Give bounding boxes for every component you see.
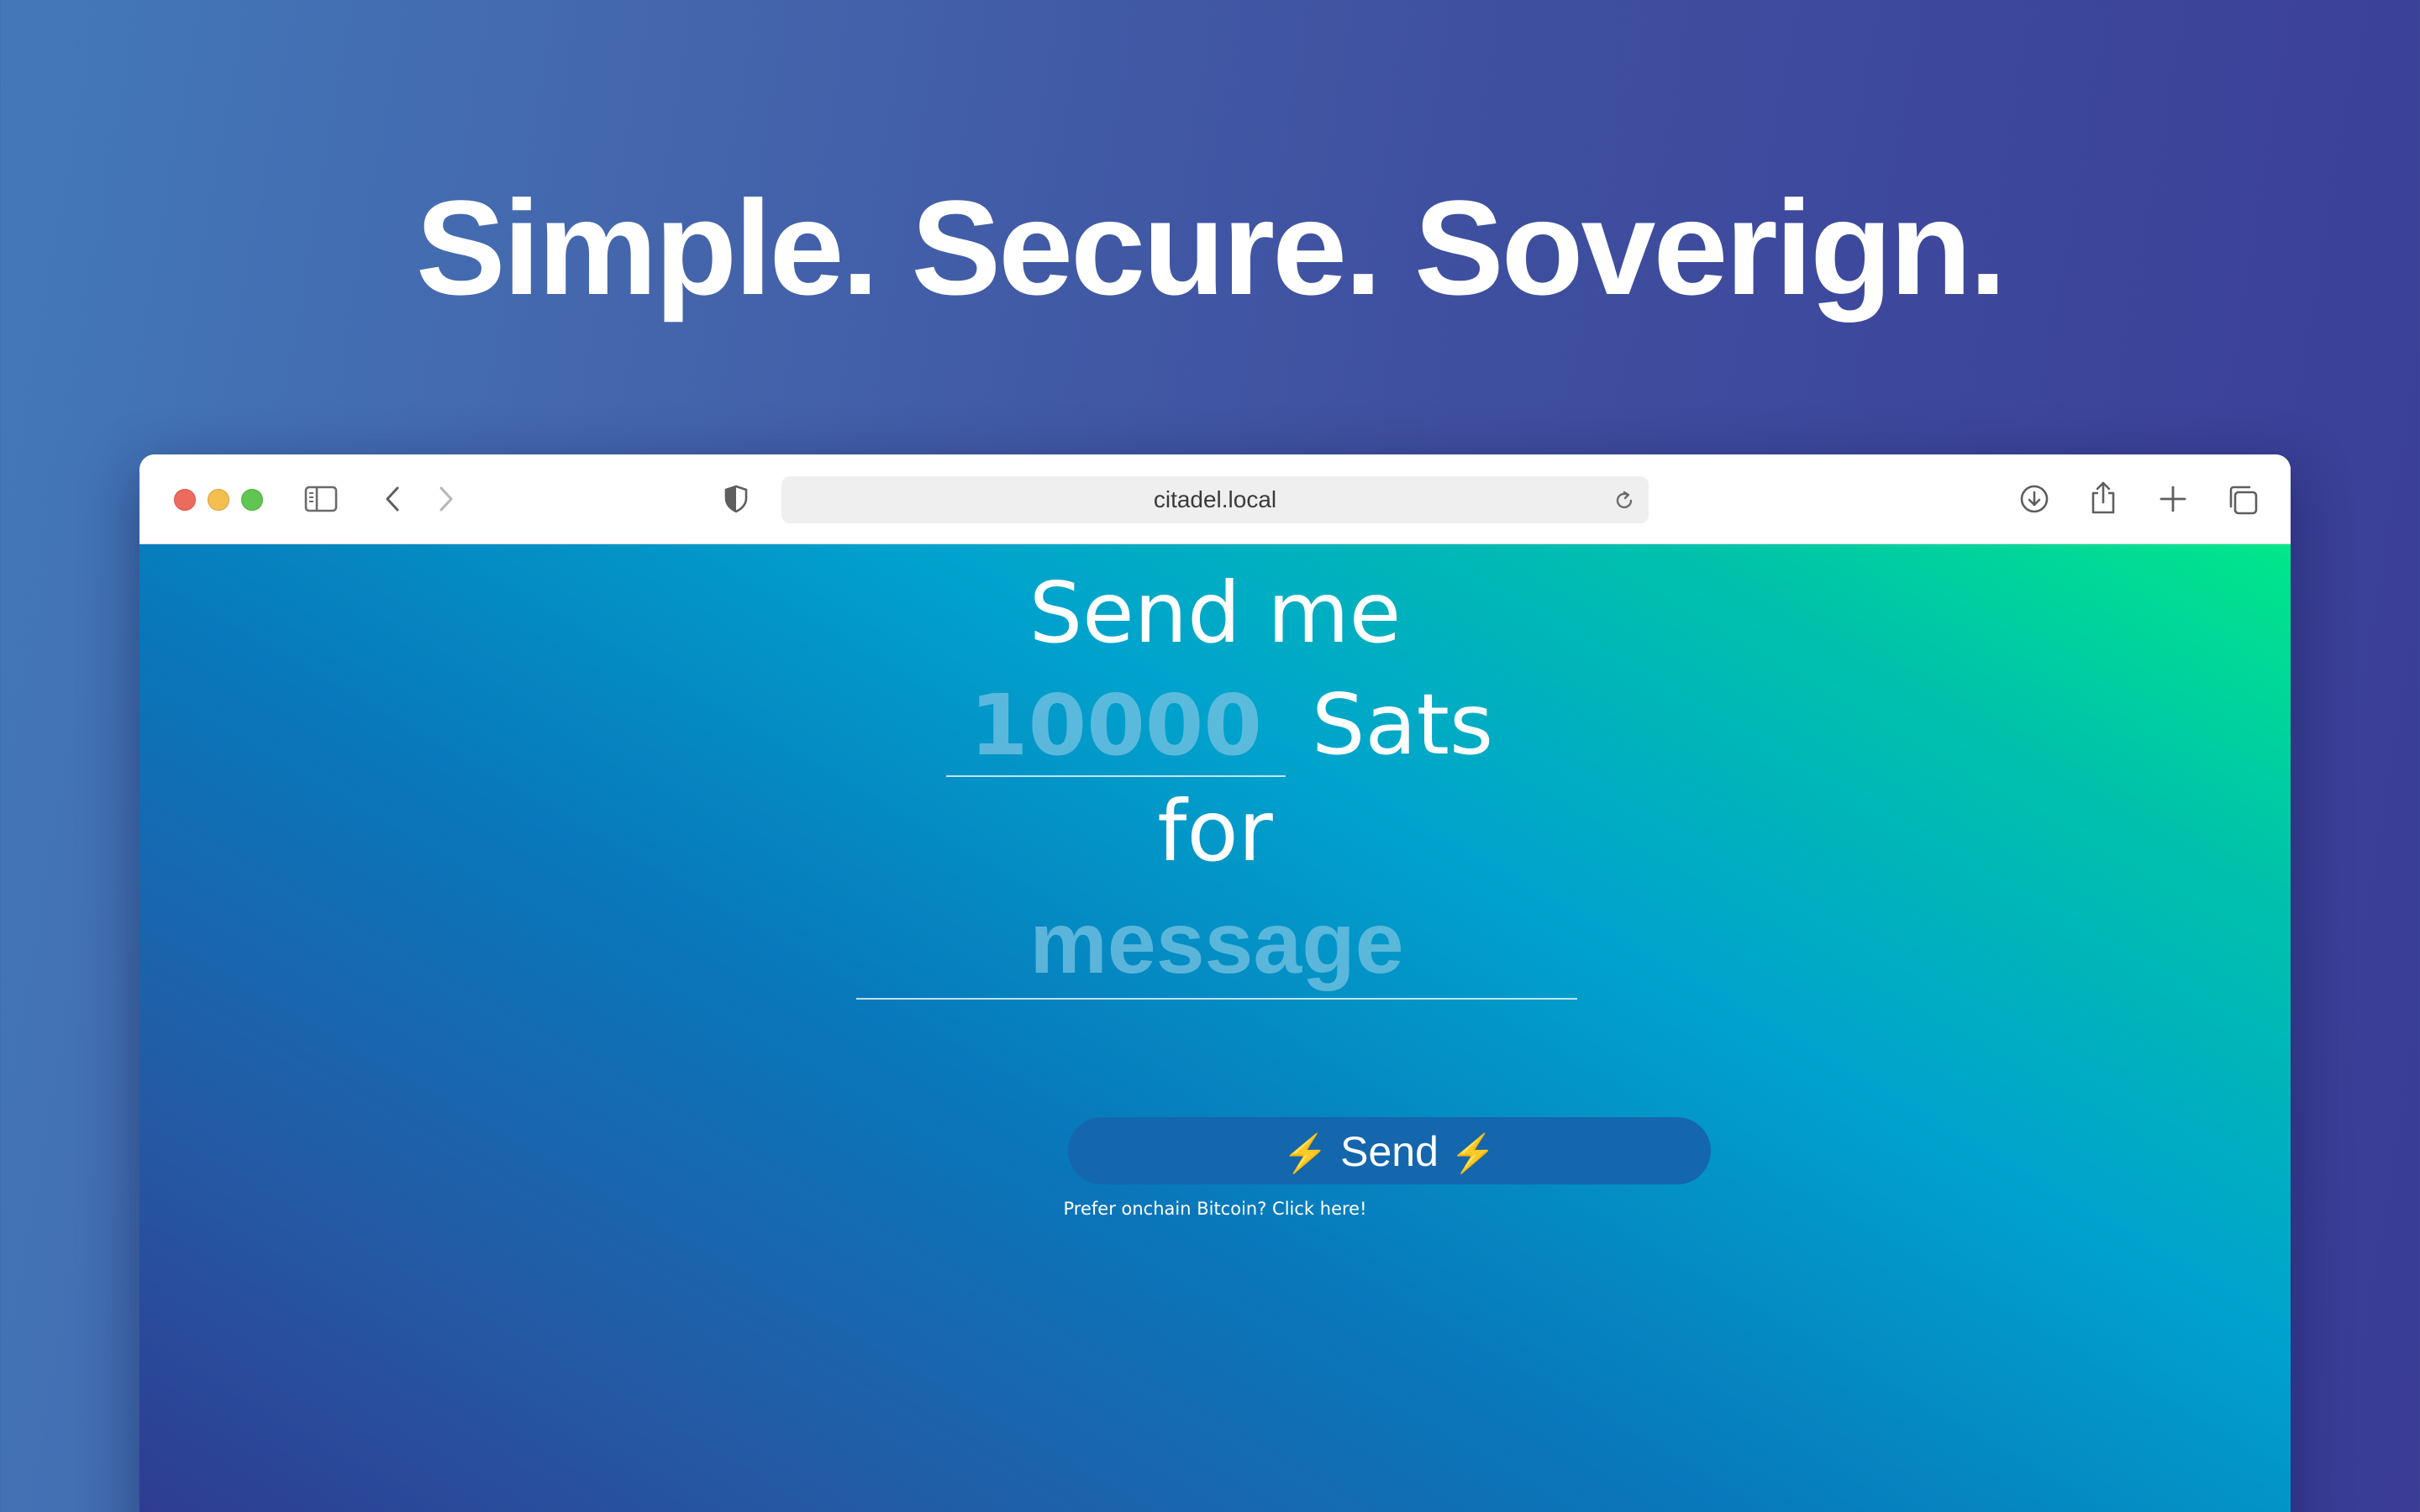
send-me-label: Send me bbox=[1028, 564, 1402, 662]
privacy-shield-icon[interactable] bbox=[723, 485, 749, 513]
tabs-overview-icon[interactable] bbox=[2227, 484, 2259, 516]
new-tab-icon[interactable] bbox=[2159, 485, 2187, 513]
minimize-window-button[interactable] bbox=[208, 489, 229, 511]
onchain-bitcoin-link[interactable]: Prefer onchain Bitcoin? Click here! bbox=[139, 1196, 2291, 1221]
back-icon[interactable] bbox=[383, 486, 402, 512]
sidebar-icon[interactable] bbox=[304, 486, 338, 512]
downloads-icon[interactable] bbox=[2019, 484, 2049, 514]
amount-input[interactable] bbox=[946, 675, 1286, 777]
close-window-button[interactable] bbox=[174, 489, 196, 511]
forward-icon[interactable] bbox=[437, 486, 455, 512]
lightning-bolt-icon: ⚡ bbox=[1449, 1133, 1497, 1174]
send-button[interactable]: ⚡ Send ⚡ bbox=[1068, 1117, 1711, 1184]
lightning-bolt-icon: ⚡ bbox=[1282, 1133, 1329, 1174]
unit-label: Sats bbox=[1312, 675, 1494, 774]
address-bar[interactable]: citadel.local bbox=[781, 476, 1649, 523]
headline: Simple. Secure. Soverign. bbox=[415, 172, 2007, 323]
reload-icon[interactable] bbox=[1613, 490, 1635, 512]
zoom-window-button[interactable] bbox=[241, 489, 263, 511]
url-text: citadel.local bbox=[1153, 486, 1277, 512]
page-content: Send me Sats for ⚡ Send ⚡ Prefer onchain… bbox=[139, 544, 2291, 1512]
share-icon[interactable] bbox=[2089, 480, 2118, 515]
browser-toolbar: citadel.local bbox=[139, 454, 2291, 544]
message-input[interactable] bbox=[856, 889, 1577, 1000]
send-button-label: Send bbox=[1340, 1128, 1439, 1175]
for-label: for bbox=[1157, 782, 1273, 880]
browser-window: citadel.local Send me Sats bbox=[139, 454, 2291, 1512]
